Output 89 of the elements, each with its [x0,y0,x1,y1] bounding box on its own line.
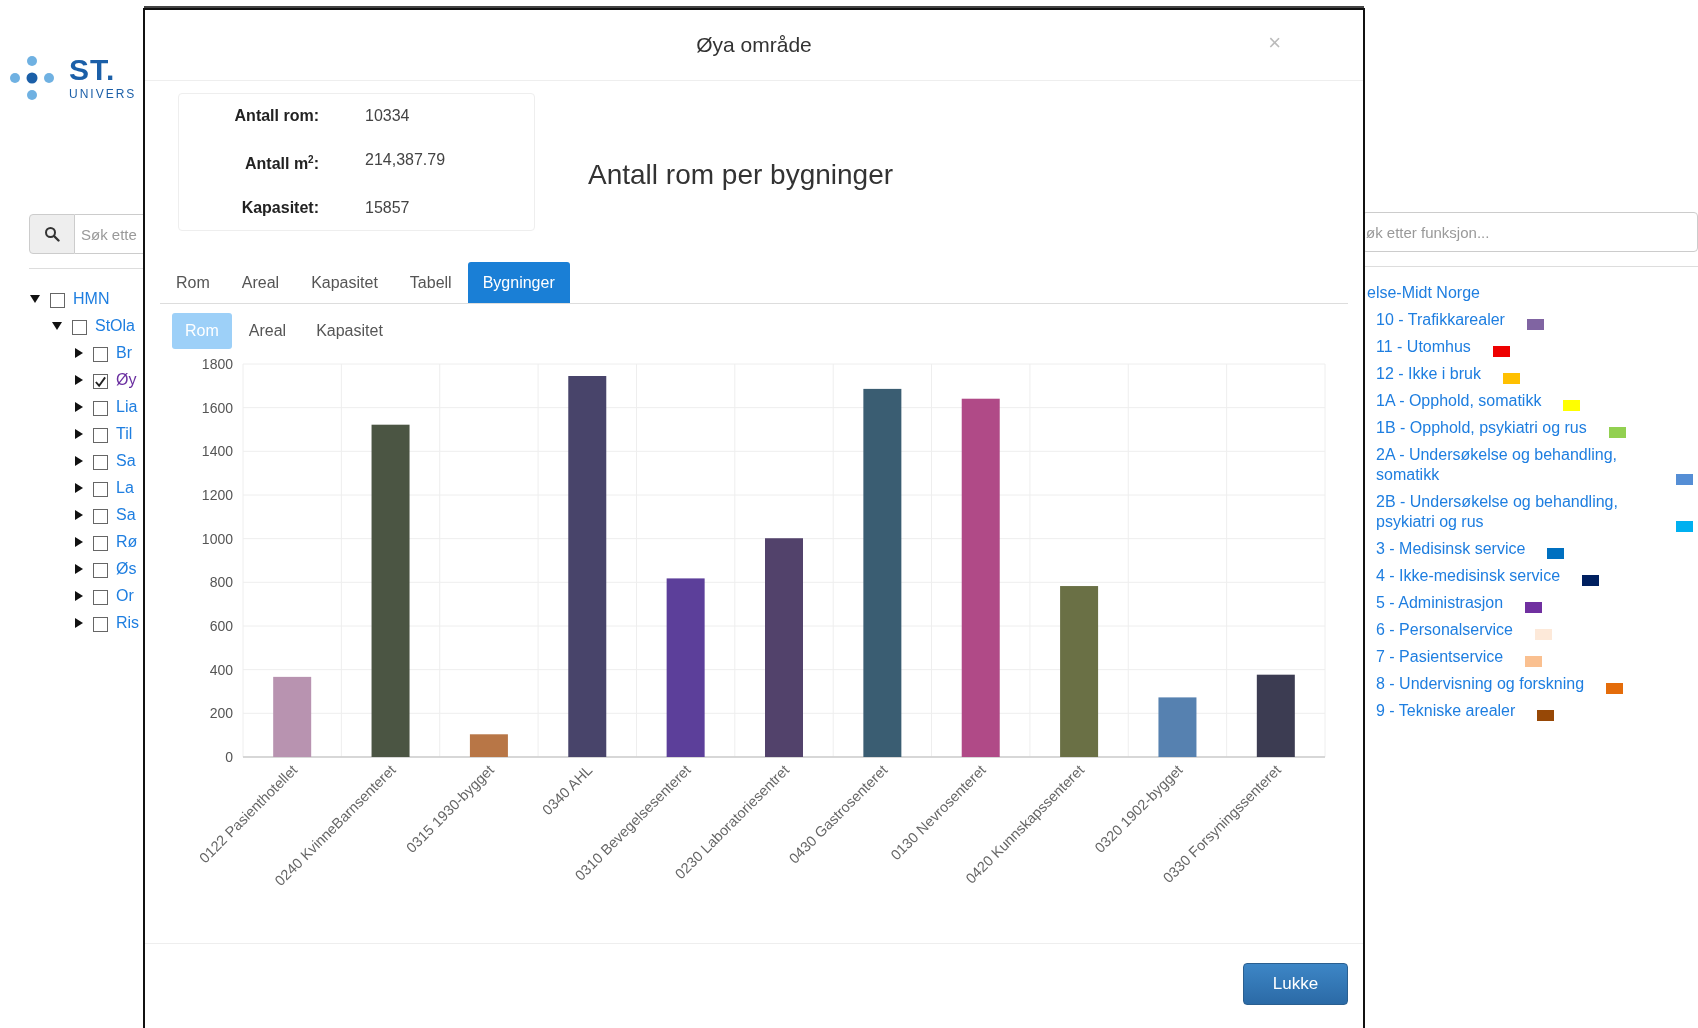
legend-link[interactable]: 12 - Ikke i bruk [1376,364,1481,384]
tree-item-link[interactable]: Ris [116,613,140,632]
tree-item-link[interactable]: Til [116,424,133,443]
legend-link[interactable]: 2A - Undersøkelse og behandling, somatikk [1376,445,1654,485]
checkbox[interactable] [93,590,108,605]
caret-icon[interactable] [75,374,83,385]
legend-link[interactable]: 10 - Trafikkarealer [1376,310,1505,330]
logo-subtitle: UNIVERS [69,86,137,102]
axis-tick-label: 600 [209,618,233,634]
axis-tick-label: 200 [209,705,233,722]
checkbox[interactable] [50,293,65,308]
tree-item-link[interactable]: Or [116,586,134,605]
checkbox[interactable] [93,536,108,551]
stat-label: Antall rom: [233,105,319,126]
tree-item-link[interactable]: StOla [95,316,135,335]
tree-item-link[interactable]: Øy [116,370,137,389]
caret-icon[interactable] [75,509,83,520]
legend-link[interactable]: 8 - Undervisning og forskning [1376,674,1585,694]
logo-title: ST. [69,54,117,86]
checkbox[interactable] [93,509,108,524]
search-button[interactable] [29,214,75,254]
axis-tick-label: 1000 [201,530,233,547]
caret-icon[interactable] [75,590,83,601]
caret-icon[interactable] [52,321,62,330]
checkbox[interactable] [93,617,108,632]
axis-tick-label: 1200 [201,487,233,503]
tree-item-link[interactable]: Lia [116,397,138,416]
stat-label: Kapasitet: [240,198,319,219]
axis-tick-label: 1400 [201,443,233,460]
legend-link[interactable]: 6 - Personalservice [1376,620,1513,640]
logo-icon [9,55,55,101]
checkbox[interactable] [93,374,108,389]
stat-label: Antall m$^{2}$: [244,152,319,175]
bar [1158,697,1197,757]
legend-link[interactable]: 11 - Utomhus [1376,337,1471,357]
legend-link[interactable]: 1B - Opphold, psykiatri og rus [1376,418,1587,438]
tree-item-link[interactable]: La [116,478,134,497]
tree-item-link[interactable]: HMN [73,289,110,308]
caret-icon[interactable] [75,428,83,439]
legend-link[interactable]: 1A - Opphold, somatikk [1376,391,1542,411]
caret-icon[interactable] [75,482,83,493]
caret-icon[interactable] [75,455,83,466]
bar [469,734,508,757]
stat-value: 15857 [365,198,411,219]
axis-tick-label: 400 [209,661,233,678]
stat-value: 214,387.79 [365,149,447,170]
legend-link[interactable]: 2B - Undersøkelse og behandling, psykiatri og rus [1376,492,1654,532]
axis-tick-label: 800 [209,574,233,591]
dialog-title: Øya område [696,33,812,57]
checkbox[interactable] [72,320,87,335]
legend-link[interactable]: 3 - Medisinsk service [1376,539,1526,559]
legend-link[interactable]: 9 - Tekniske arealer [1376,701,1516,721]
tab[interactable]: Bygninger [467,262,570,303]
tab[interactable]: Kapasitet [303,313,396,349]
tab[interactable]: Areal [235,313,300,349]
tree-item-link[interactable]: Sa [116,451,136,470]
caret-icon[interactable] [30,294,40,303]
search-field[interactable]: øk etter funksjon... [1365,212,1698,252]
checkbox[interactable] [93,563,108,578]
caret-icon[interactable] [75,536,83,547]
tab[interactable]: Areal [225,262,296,303]
caret-icon[interactable] [75,347,83,358]
chart-title: Antall rom per bygninger [588,159,894,191]
search-icon [44,226,60,242]
checkbox[interactable] [93,455,108,470]
close-button[interactable]: Lukke [1243,963,1348,1005]
stat-value: 10334 [365,105,411,126]
search-field[interactable]: Søk ette [75,214,143,254]
checkbox[interactable] [93,482,108,497]
tree-item-link[interactable]: Sa [116,505,136,524]
axis-tick-label: 1600 [201,399,233,416]
checkbox[interactable] [93,401,108,416]
checkbox[interactable] [93,347,108,362]
caret-icon[interactable] [75,563,83,574]
legend-link[interactable]: 5 - Administrasjon [1376,593,1504,613]
checkbox[interactable] [93,428,108,443]
tab[interactable]: Tabell [393,262,468,303]
caret-icon[interactable] [75,401,83,412]
legend-link[interactable]: 4 - Ikke-medisinsk service [1376,566,1561,586]
axis-tick-label: 1800 [201,356,233,372]
caret-icon[interactable] [75,617,83,628]
legend-link[interactable]: 7 - Pasientservice [1376,647,1504,667]
tab[interactable]: Kapasitet [295,262,394,303]
tree-item-link[interactable]: Br [116,343,132,362]
tree-item-link[interactable]: Øs [116,559,137,578]
axis-tick-label: 0 [225,749,233,765]
tree-item-link[interactable]: else-Midt Norge [1365,267,1698,303]
tree-item-link[interactable]: Rø [116,532,138,551]
tab[interactable]: Rom [160,262,226,303]
